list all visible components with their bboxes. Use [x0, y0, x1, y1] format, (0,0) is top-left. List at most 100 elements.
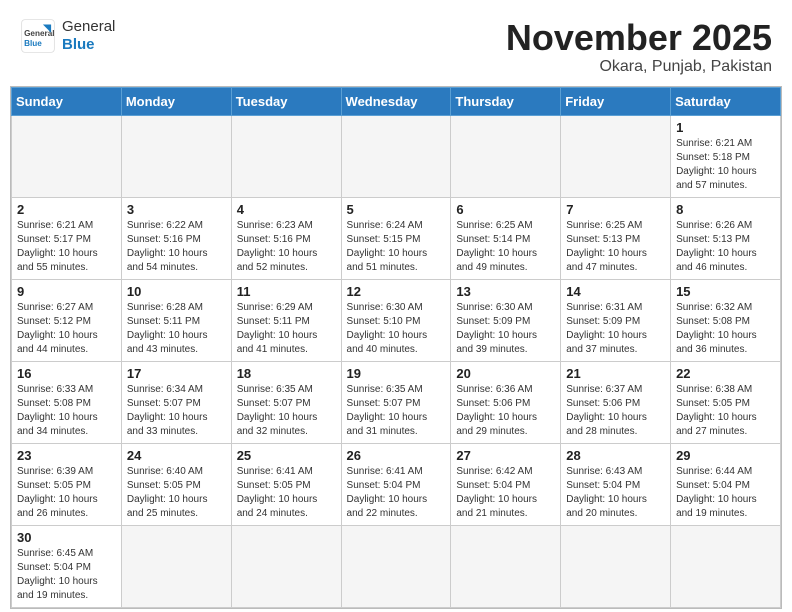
day-number: 7 — [566, 202, 665, 217]
day-number: 2 — [17, 202, 116, 217]
weekday-header-tuesday: Tuesday — [231, 87, 341, 115]
day-number: 23 — [17, 448, 116, 463]
day-info: Sunrise: 6:27 AM Sunset: 5:12 PM Dayligh… — [17, 301, 116, 357]
day-info: Sunrise: 6:31 AM Sunset: 5:09 PM Dayligh… — [566, 301, 665, 357]
day-cell — [12, 115, 122, 197]
day-cell — [451, 115, 561, 197]
day-cell: 27 Sunrise: 6:42 AM Sunset: 5:04 PM Dayli… — [451, 443, 561, 525]
day-info: Sunrise: 6:30 AM Sunset: 5:09 PM Dayligh… — [456, 301, 555, 357]
day-info: Sunrise: 6:21 AM Sunset: 5:18 PM Dayligh… — [676, 137, 775, 193]
day-cell: 5 Sunrise: 6:24 AM Sunset: 5:15 PM Daylig… — [341, 197, 451, 279]
day-info: Sunrise: 6:24 AM Sunset: 5:15 PM Dayligh… — [347, 219, 446, 275]
logo: General Blue General Blue — [20, 18, 115, 54]
day-info: Sunrise: 6:41 AM Sunset: 5:04 PM Dayligh… — [347, 465, 446, 521]
day-number: 22 — [676, 366, 775, 381]
day-number: 21 — [566, 366, 665, 381]
calendar-body: 1Sunrise: 6:21 AM Sunset: 5:18 PM Daylig… — [12, 115, 781, 607]
calendar-container: SundayMondayTuesdayWednesdayThursdayFrid… — [10, 86, 782, 609]
day-number: 18 — [237, 366, 336, 381]
day-cell: 28 Sunrise: 6:43 AM Sunset: 5:04 PM Dayli… — [561, 443, 671, 525]
day-number: 26 — [347, 448, 446, 463]
day-cell: 15 Sunrise: 6:32 AM Sunset: 5:08 PM Dayli… — [671, 279, 781, 361]
page: General Blue General Blue November 2025 … — [0, 0, 792, 609]
day-cell — [561, 525, 671, 607]
title-block: November 2025 Okara, Punjab, Pakistan — [506, 18, 772, 76]
day-cell — [341, 115, 451, 197]
day-info: Sunrise: 6:32 AM Sunset: 5:08 PM Dayligh… — [676, 301, 775, 357]
logo-blue-text: Blue — [62, 36, 115, 54]
header: General Blue General Blue November 2025 … — [0, 0, 792, 86]
logo-general-text: General — [62, 18, 115, 36]
day-info: Sunrise: 6:40 AM Sunset: 5:05 PM Dayligh… — [127, 465, 226, 521]
day-number: 3 — [127, 202, 226, 217]
day-number: 15 — [676, 284, 775, 299]
day-info: Sunrise: 6:33 AM Sunset: 5:08 PM Dayligh… — [17, 383, 116, 439]
week-row-1: 1Sunrise: 6:21 AM Sunset: 5:18 PM Daylig… — [12, 115, 781, 197]
day-cell: 23 Sunrise: 6:39 AM Sunset: 5:05 PM Dayli… — [12, 443, 122, 525]
day-cell: 4Sunrise: 6:23 AM Sunset: 5:16 PM Daylig… — [231, 197, 341, 279]
week-row-5: 23 Sunrise: 6:39 AM Sunset: 5:05 PM Dayli… — [12, 443, 781, 525]
day-cell — [341, 525, 451, 607]
day-info: Sunrise: 6:41 AM Sunset: 5:05 PM Dayligh… — [237, 465, 336, 521]
day-cell: 22Sunrise: 6:38 AM Sunset: 5:05 PM Dayli… — [671, 361, 781, 443]
day-cell: 14Sunrise: 6:31 AM Sunset: 5:09 PM Dayli… — [561, 279, 671, 361]
day-number: 5 — [347, 202, 446, 217]
day-cell: 9 Sunrise: 6:27 AM Sunset: 5:12 PM Daylig… — [12, 279, 122, 361]
location-subtitle: Okara, Punjab, Pakistan — [506, 58, 772, 76]
week-row-6: 30Sunrise: 6:45 AM Sunset: 5:04 PM Dayli… — [12, 525, 781, 607]
day-cell: 30Sunrise: 6:45 AM Sunset: 5:04 PM Dayli… — [12, 525, 122, 607]
day-cell: 26 Sunrise: 6:41 AM Sunset: 5:04 PM Dayli… — [341, 443, 451, 525]
day-cell: 3 Sunrise: 6:22 AM Sunset: 5:16 PM Daylig… — [121, 197, 231, 279]
day-cell: 6 Sunrise: 6:25 AM Sunset: 5:14 PM Daylig… — [451, 197, 561, 279]
day-number: 11 — [237, 284, 336, 299]
day-info: Sunrise: 6:39 AM Sunset: 5:05 PM Dayligh… — [17, 465, 116, 521]
day-info: Sunrise: 6:43 AM Sunset: 5:04 PM Dayligh… — [566, 465, 665, 521]
day-info: Sunrise: 6:35 AM Sunset: 5:07 PM Dayligh… — [347, 383, 446, 439]
month-title: November 2025 — [506, 18, 772, 58]
day-number: 20 — [456, 366, 555, 381]
weekday-header-sunday: Sunday — [12, 87, 122, 115]
day-cell: 24Sunrise: 6:40 AM Sunset: 5:05 PM Dayli… — [121, 443, 231, 525]
day-number: 30 — [17, 530, 116, 545]
day-number: 27 — [456, 448, 555, 463]
day-number: 8 — [676, 202, 775, 217]
day-cell: 18Sunrise: 6:35 AM Sunset: 5:07 PM Dayli… — [231, 361, 341, 443]
day-info: Sunrise: 6:34 AM Sunset: 5:07 PM Dayligh… — [127, 383, 226, 439]
day-cell: 13 Sunrise: 6:30 AM Sunset: 5:09 PM Dayli… — [451, 279, 561, 361]
day-info: Sunrise: 6:36 AM Sunset: 5:06 PM Dayligh… — [456, 383, 555, 439]
day-info: Sunrise: 6:28 AM Sunset: 5:11 PM Dayligh… — [127, 301, 226, 357]
day-number: 10 — [127, 284, 226, 299]
day-info: Sunrise: 6:25 AM Sunset: 5:13 PM Dayligh… — [566, 219, 665, 275]
day-cell: 29 Sunrise: 6:44 AM Sunset: 5:04 PM Dayli… — [671, 443, 781, 525]
day-cell: 12Sunrise: 6:30 AM Sunset: 5:10 PM Dayli… — [341, 279, 451, 361]
day-number: 29 — [676, 448, 775, 463]
weekday-header-saturday: Saturday — [671, 87, 781, 115]
day-cell — [671, 525, 781, 607]
week-row-2: 2Sunrise: 6:21 AM Sunset: 5:17 PM Daylig… — [12, 197, 781, 279]
day-info: Sunrise: 6:23 AM Sunset: 5:16 PM Dayligh… — [237, 219, 336, 275]
day-number: 17 — [127, 366, 226, 381]
weekday-header-wednesday: Wednesday — [341, 87, 451, 115]
day-cell: 10 Sunrise: 6:28 AM Sunset: 5:11 PM Dayli… — [121, 279, 231, 361]
day-cell — [121, 115, 231, 197]
day-info: Sunrise: 6:44 AM Sunset: 5:04 PM Dayligh… — [676, 465, 775, 521]
svg-text:Blue: Blue — [24, 39, 42, 48]
day-number: 9 — [17, 284, 116, 299]
day-number: 16 — [17, 366, 116, 381]
weekday-header-thursday: Thursday — [451, 87, 561, 115]
logo-icon: General Blue — [20, 18, 56, 54]
day-number: 28 — [566, 448, 665, 463]
day-info: Sunrise: 6:30 AM Sunset: 5:10 PM Dayligh… — [347, 301, 446, 357]
day-cell — [231, 115, 341, 197]
day-cell: 25 Sunrise: 6:41 AM Sunset: 5:05 PM Dayli… — [231, 443, 341, 525]
weekday-header-monday: Monday — [121, 87, 231, 115]
day-info: Sunrise: 6:22 AM Sunset: 5:16 PM Dayligh… — [127, 219, 226, 275]
day-cell — [231, 525, 341, 607]
day-cell: 21Sunrise: 6:37 AM Sunset: 5:06 PM Dayli… — [561, 361, 671, 443]
day-number: 13 — [456, 284, 555, 299]
day-number: 6 — [456, 202, 555, 217]
day-number: 25 — [237, 448, 336, 463]
calendar-table: SundayMondayTuesdayWednesdayThursdayFrid… — [11, 87, 781, 608]
day-info: Sunrise: 6:25 AM Sunset: 5:14 PM Dayligh… — [456, 219, 555, 275]
day-info: Sunrise: 6:42 AM Sunset: 5:04 PM Dayligh… — [456, 465, 555, 521]
